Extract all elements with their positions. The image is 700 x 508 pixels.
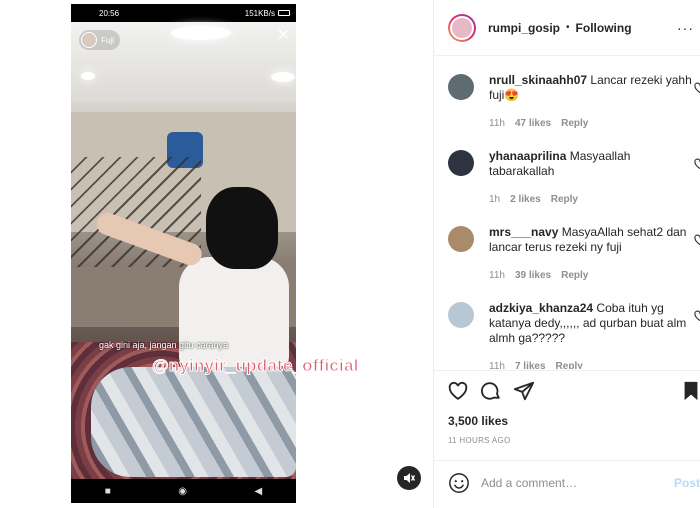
comment-time: 11h: [489, 270, 505, 281]
reply-button[interactable]: Reply: [551, 194, 578, 205]
share-icon[interactable]: [513, 380, 535, 402]
avatar[interactable]: [448, 13, 476, 42]
more-options-icon[interactable]: ···: [677, 20, 694, 36]
post-side-panel: rumpi_gosip • Following ··· nrull_skinaa…: [434, 0, 700, 508]
battery-icon: [278, 10, 290, 16]
heart-icon[interactable]: [694, 158, 700, 170]
status-speed: 151KB/s: [244, 8, 275, 18]
comment-time: 11h: [489, 361, 505, 369]
bookmark-icon[interactable]: [680, 380, 700, 402]
video-player[interactable]: 20:56 151KB/s Fuji ✕ gak gini aja, janga…: [71, 4, 296, 503]
video-frame: [71, 22, 296, 483]
comment-likes[interactable]: 7 likes: [515, 361, 546, 369]
media-area: 20:56 151KB/s Fuji ✕ gak gini aja, janga…: [0, 0, 434, 508]
comment-username[interactable]: mrs___navy: [489, 225, 558, 239]
comment-time: 11h: [489, 118, 505, 129]
commenter-avatar[interactable]: [448, 302, 474, 328]
comment-icon[interactable]: [480, 380, 502, 402]
comment-likes[interactable]: 39 likes: [515, 270, 551, 281]
post-actions: [434, 370, 700, 410]
comment-input[interactable]: [481, 475, 666, 490]
comments-list[interactable]: nrull_skinaahh07 Lancar rezeki yahh fuji…: [434, 57, 700, 369]
comment-username[interactable]: nrull_skinaahh07: [489, 73, 587, 87]
live-user-name: Fuji: [101, 35, 114, 45]
following-button[interactable]: Following: [576, 21, 632, 35]
home-icon: ◉: [178, 485, 188, 497]
live-user-chip: Fuji: [79, 30, 120, 50]
mute-button[interactable]: [397, 466, 421, 490]
comment-username[interactable]: yhanaaprilina: [489, 149, 566, 163]
header-username[interactable]: rumpi_gosip: [488, 21, 560, 35]
commenter-avatar[interactable]: [448, 74, 474, 100]
android-nav-bar: ■ ◉ ◀: [71, 479, 296, 503]
reply-button[interactable]: Reply: [561, 118, 588, 129]
heart-icon[interactable]: [694, 82, 700, 94]
comment-likes[interactable]: 2 likes: [510, 194, 541, 205]
speaker-muted-icon: [404, 473, 416, 483]
commenter-avatar[interactable]: [448, 226, 474, 252]
video-caption: gak gini aja, jangan gitu caranya: [99, 340, 229, 350]
recent-apps-icon: ■: [104, 485, 111, 497]
heart-icon[interactable]: [447, 380, 469, 402]
close-icon: ✕: [276, 27, 290, 44]
comment-time: 1h: [489, 194, 501, 205]
emoji-icon[interactable]: [448, 472, 470, 494]
heart-icon[interactable]: [694, 310, 700, 322]
instagram-post-view: 20:56 151KB/s Fuji ✕ gak gini aja, janga…: [0, 0, 700, 508]
heart-icon[interactable]: [694, 234, 700, 246]
post-button[interactable]: Post: [674, 476, 700, 490]
watermark: @nyinyir_update_official: [152, 356, 359, 376]
likes-count[interactable]: 3,500 likes: [448, 414, 508, 428]
phone-status-bar: 20:56 151KB/s: [71, 4, 296, 22]
comment-likes[interactable]: 47 likes: [515, 118, 551, 129]
comment-username[interactable]: adzkiya_khanza24: [489, 301, 593, 315]
commenter-avatar[interactable]: [448, 150, 474, 176]
live-user-avatar: [81, 32, 97, 48]
post-header: rumpi_gosip • Following ···: [434, 0, 700, 56]
comment-composer: Post: [434, 460, 700, 504]
back-icon: ◀: [254, 485, 263, 497]
post-timestamp: 11 HOURS AGO: [448, 436, 511, 445]
status-time: 20:56: [99, 8, 120, 18]
reply-button[interactable]: Reply: [556, 361, 583, 369]
reply-button[interactable]: Reply: [561, 270, 588, 281]
separator-dot: •: [566, 22, 570, 33]
